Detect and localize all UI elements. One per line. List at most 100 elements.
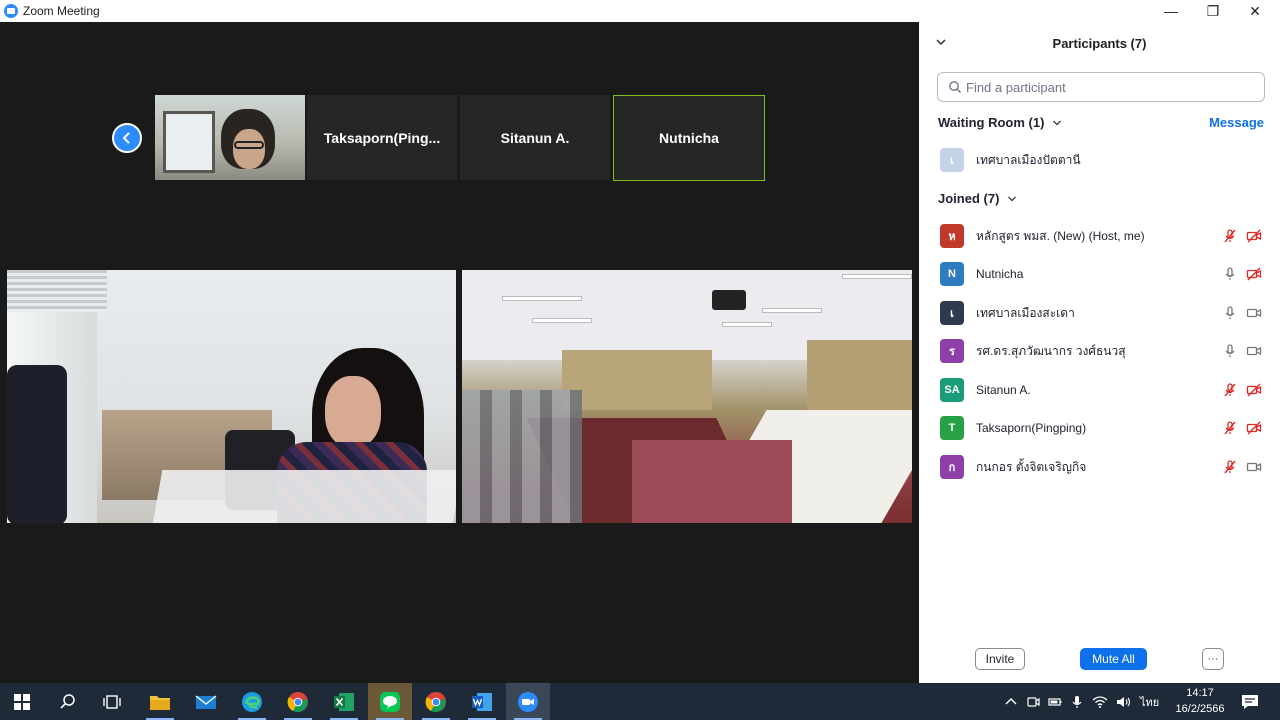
video-off-icon[interactable] xyxy=(1246,382,1262,398)
mic-muted-icon[interactable] xyxy=(1222,382,1238,398)
mail-icon xyxy=(195,694,217,709)
video-tile-office[interactable] xyxy=(7,270,456,523)
participant-row[interactable]: T Taksaporn(Pingping) xyxy=(940,413,1270,443)
avatar: SA xyxy=(940,378,964,402)
battery-icon[interactable] xyxy=(1048,695,1062,709)
avatar: ร xyxy=(940,339,964,363)
participant-name: Nutnicha xyxy=(976,267,1024,281)
participant-name: หลักสูตร พมส. (New) (Host, me) xyxy=(976,228,1145,243)
participant-name: รศ.ดร.สุภวัฒนากร วงศ์ธนวสุ xyxy=(976,343,1126,358)
mic-muted-icon[interactable] xyxy=(1222,420,1238,436)
chrome-button-2[interactable] xyxy=(414,683,458,720)
more-icon: ··· xyxy=(1207,653,1219,665)
minimize-button[interactable]: — xyxy=(1150,0,1192,22)
input-language[interactable]: ไทย xyxy=(1140,693,1159,711)
panel-title: Participants (7) xyxy=(1052,35,1147,51)
invite-button[interactable]: Invite xyxy=(975,648,1025,670)
meet-now-icon[interactable] xyxy=(1026,695,1040,709)
search-icon xyxy=(60,693,75,709)
start-button[interactable] xyxy=(0,683,44,720)
notifications-button[interactable] xyxy=(1228,683,1272,720)
volume-icon[interactable] xyxy=(1116,695,1132,709)
excel-button[interactable] xyxy=(322,683,366,720)
notification-icon xyxy=(1242,694,1258,709)
thumbnail-name: Sitanun A. xyxy=(500,129,570,146)
restore-button[interactable]: ❐ xyxy=(1192,0,1234,22)
previous-page-button[interactable] xyxy=(112,123,142,153)
search-input[interactable] xyxy=(966,79,1256,95)
task-view-icon xyxy=(103,694,121,709)
joined-header[interactable]: Joined (7) xyxy=(938,191,1017,206)
video-thumbnail-self[interactable] xyxy=(155,95,305,180)
video-off-icon[interactable] xyxy=(1246,420,1262,436)
file-explorer-button[interactable] xyxy=(138,683,182,720)
mic-muted-icon[interactable] xyxy=(1222,459,1238,475)
taskbar-clock[interactable]: 14:17 16/2/2566 xyxy=(1170,685,1230,717)
line-icon xyxy=(380,691,400,712)
video-thumbnail-nutnicha[interactable]: Nutnicha xyxy=(613,95,765,181)
video-tile-meeting-room[interactable] xyxy=(462,270,912,523)
video-off-icon[interactable] xyxy=(1246,228,1262,244)
task-view-button[interactable] xyxy=(90,683,134,720)
thumbnail-name: Taksaporn(Ping... xyxy=(323,129,441,146)
avatar: ก xyxy=(940,455,964,479)
participant-row[interactable]: SA Sitanun A. xyxy=(940,375,1270,405)
video-thumbnail-sitanun[interactable]: Sitanun A. xyxy=(460,95,610,180)
waiting-participant-row[interactable]: เ เทศบาลเมืองปัตตานี xyxy=(940,145,1270,175)
participant-name: กนกอร ตั้งจิตเจริญกิจ xyxy=(976,459,1087,474)
avatar: เ xyxy=(940,148,964,172)
avatar: ห xyxy=(940,224,964,248)
avatar: T xyxy=(940,416,964,440)
line-button[interactable] xyxy=(368,683,412,720)
chevron-down-icon[interactable] xyxy=(935,36,947,48)
chrome-icon xyxy=(425,691,446,712)
zoom-button[interactable] xyxy=(506,683,550,720)
chevron-down-icon xyxy=(1008,196,1017,201)
video-off-icon[interactable] xyxy=(1246,266,1262,282)
waiting-room-header[interactable]: Waiting Room (1) xyxy=(938,115,1062,130)
windows-logo-icon xyxy=(14,693,30,710)
mic-icon[interactable] xyxy=(1222,266,1238,282)
system-tray: ไทย xyxy=(1004,683,1159,720)
chevron-up-icon[interactable] xyxy=(1004,695,1018,709)
word-button[interactable] xyxy=(460,683,504,720)
more-options-button[interactable]: ··· xyxy=(1202,648,1224,670)
taskbar: ไทย 14:17 16/2/2566 xyxy=(0,683,1280,720)
participant-row[interactable]: เ เทศบาลเมืองสะเดา xyxy=(940,298,1270,328)
video-thumbnail-taksaporn[interactable]: Taksaporn(Ping... xyxy=(307,95,457,180)
title-bar: Zoom Meeting — ❐ ✕ xyxy=(0,0,1280,22)
joined-label: Joined (7) xyxy=(938,191,1000,206)
zoom-logo-icon xyxy=(4,4,18,18)
participant-search[interactable] xyxy=(937,72,1265,102)
participant-row[interactable]: ร รศ.ดร.สุภวัฒนากร วงศ์ธนวสุ xyxy=(940,336,1270,366)
panel-header: Participants (7) xyxy=(919,22,1280,64)
mute-all-button[interactable]: Mute All xyxy=(1080,648,1147,670)
video-icon[interactable] xyxy=(1246,305,1262,321)
avatar: เ xyxy=(940,301,964,325)
mic-muted-icon[interactable] xyxy=(1222,228,1238,244)
word-icon xyxy=(472,692,492,711)
window-title: Zoom Meeting xyxy=(23,4,100,18)
participants-panel: Participants (7) Waiting Room (1) Messag… xyxy=(919,22,1280,683)
taskbar-search-button[interactable] xyxy=(46,683,90,720)
video-icon[interactable] xyxy=(1246,459,1262,475)
participant-name: Taksaporn(Pingping) xyxy=(976,421,1087,435)
participant-name: Sitanun A. xyxy=(976,383,1031,397)
participant-row[interactable]: N Nutnicha xyxy=(940,259,1270,289)
participant-name: เทศบาลเมืองสะเดา xyxy=(976,305,1075,320)
wifi-icon[interactable] xyxy=(1092,695,1108,709)
microphone-icon[interactable] xyxy=(1070,695,1084,709)
file-explorer-icon xyxy=(150,695,170,710)
message-waiting-room-link[interactable]: Message xyxy=(1209,115,1264,130)
participant-row[interactable]: ก กนกอร ตั้งจิตเจริญกิจ xyxy=(940,452,1270,482)
mic-icon[interactable] xyxy=(1222,305,1238,321)
zoom-icon xyxy=(518,691,538,712)
participant-row[interactable]: ห หลักสูตร พมส. (New) (Host, me) xyxy=(940,221,1270,251)
edge-button[interactable] xyxy=(230,683,274,720)
clock-date: 16/2/2566 xyxy=(1175,703,1225,715)
video-icon[interactable] xyxy=(1246,343,1262,359)
close-button[interactable]: ✕ xyxy=(1234,0,1276,22)
mic-icon[interactable] xyxy=(1222,343,1238,359)
mail-button[interactable] xyxy=(184,683,228,720)
chrome-button[interactable] xyxy=(276,683,320,720)
